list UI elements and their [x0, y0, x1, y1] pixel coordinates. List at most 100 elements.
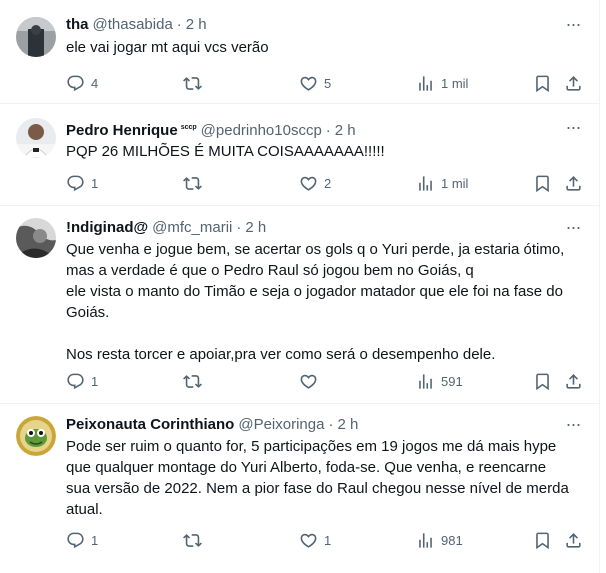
retweet-button[interactable]	[183, 73, 208, 93]
tweet-header: !ndiginad@ @mfc_marii · 2 h	[66, 218, 559, 238]
like-button[interactable]	[299, 371, 324, 391]
retweet-icon	[183, 531, 202, 550]
separator-dot: ·	[176, 16, 182, 33]
share-button[interactable]	[564, 371, 583, 391]
like-button[interactable]: 2	[299, 173, 331, 193]
reply-timeline: tha @thasabida · 2 h ··· ele vai jogar mt a…	[0, 0, 600, 573]
heart-icon	[299, 372, 318, 391]
reply-button[interactable]: 1	[66, 173, 98, 193]
action-bar: 4 5 1 mil	[66, 73, 585, 93]
bookmark-button[interactable]	[533, 173, 552, 193]
like-button[interactable]: 1	[299, 530, 331, 550]
reply-button[interactable]: 1	[66, 371, 98, 391]
reply-count: 1	[91, 175, 99, 191]
retweet-icon	[183, 74, 202, 93]
heart-icon	[299, 74, 318, 93]
reply-icon	[66, 531, 85, 550]
tweet[interactable]: !ndiginad@ @mfc_marii · 2 h ··· Que venha e…	[0, 206, 599, 404]
heart-icon	[299, 174, 318, 193]
separator-dot: ·	[325, 122, 331, 138]
author-name[interactable]: !ndiginad@	[66, 219, 148, 236]
bookmark-button[interactable]	[533, 371, 552, 391]
avatar[interactable]	[16, 416, 56, 456]
share-button[interactable]	[564, 73, 583, 93]
avatar[interactable]	[16, 218, 56, 258]
like-button[interactable]: 5	[299, 73, 331, 93]
tweet[interactable]: Peixonauta Corinthiano @Peixoringa · 2 h ··…	[0, 404, 599, 573]
tweet[interactable]: tha @thasabida · 2 h ··· ele vai jogar mt a…	[0, 0, 599, 104]
more-icon[interactable]: ···	[563, 415, 583, 437]
author-name[interactable]: Pedro Henrique	[66, 122, 178, 138]
more-icon[interactable]: ···	[563, 15, 583, 37]
share-icon	[564, 174, 583, 193]
avatar[interactable]	[16, 17, 56, 57]
action-bar: 1 2 1 mil	[66, 173, 585, 193]
affiliation-badge: sccp	[180, 124, 197, 131]
author-name[interactable]: Peixonauta Corinthiano	[66, 416, 234, 433]
like-count: 2	[324, 175, 332, 191]
retweet-button[interactable]	[183, 530, 208, 550]
separator-dot: ·	[328, 416, 334, 433]
bookmark-button[interactable]	[533, 530, 552, 550]
views-icon	[416, 74, 435, 93]
retweet-button[interactable]	[183, 371, 208, 391]
share-button[interactable]	[564, 530, 583, 550]
timestamp[interactable]: 2 h	[245, 219, 266, 236]
bookmark-button[interactable]	[533, 73, 552, 93]
more-icon[interactable]: ···	[563, 218, 583, 240]
action-bar: 1 1 981	[66, 530, 585, 550]
tweet-header: Peixonauta Corinthiano @Peixoringa · 2 h	[66, 415, 559, 435]
tweet-text: Que venha e jogue bem, se acertar os gol…	[66, 241, 565, 363]
share-icon	[564, 531, 583, 550]
bookmark-icon	[533, 372, 552, 391]
tweet-header: Pedro Henrique sccp @pedrinho10sccp · 2 h	[66, 118, 559, 138]
views-icon	[416, 372, 435, 391]
view-count: 1 mil	[441, 175, 469, 191]
reply-icon	[66, 174, 85, 193]
timestamp[interactable]: 2 h	[186, 16, 207, 33]
retweet-button[interactable]	[183, 173, 208, 193]
reply-count: 4	[91, 75, 99, 91]
views-button[interactable]: 1 mil	[416, 173, 468, 193]
timestamp[interactable]: 2 h	[335, 122, 356, 138]
views-button[interactable]: 1 mil	[416, 73, 468, 93]
reply-icon	[66, 74, 85, 93]
like-count: 1	[324, 532, 332, 548]
view-count: 1 mil	[441, 75, 469, 91]
view-count: 591	[441, 373, 463, 389]
more-icon[interactable]: ···	[563, 118, 583, 140]
share-button[interactable]	[564, 173, 583, 193]
bookmark-icon	[533, 531, 552, 550]
views-icon	[416, 531, 435, 550]
author-handle[interactable]: @mfc_marii	[152, 219, 232, 236]
share-icon	[564, 74, 583, 93]
bookmark-icon	[533, 174, 552, 193]
author-name[interactable]: tha	[66, 16, 89, 33]
retweet-icon	[183, 372, 202, 391]
tweet-header: tha @thasabida · 2 h	[66, 15, 559, 35]
reply-count: 1	[91, 373, 99, 389]
retweet-icon	[183, 174, 202, 193]
views-icon	[416, 174, 435, 193]
view-count: 981	[441, 532, 463, 548]
reply-button[interactable]: 4	[66, 73, 98, 93]
reply-count: 1	[91, 532, 99, 548]
heart-icon	[299, 531, 318, 550]
tweet-text: Pode ser ruim o quanto for, 5 participaç…	[66, 438, 569, 518]
bookmark-icon	[533, 74, 552, 93]
author-handle[interactable]: @Peixoringa	[238, 416, 324, 433]
reply-icon	[66, 372, 85, 391]
separator-dot: ·	[236, 219, 242, 236]
author-handle[interactable]: @thasabida	[93, 16, 173, 33]
reply-button[interactable]: 1	[66, 530, 98, 550]
avatar[interactable]	[16, 118, 56, 158]
like-count: 5	[324, 75, 332, 91]
author-handle[interactable]: @pedrinho10sccp	[201, 122, 322, 138]
tweet-text: ele vai jogar mt aqui vcs verão	[66, 39, 269, 56]
tweet[interactable]: Pedro Henrique sccp @pedrinho10sccp · 2 h ··…	[0, 104, 599, 206]
timestamp[interactable]: 2 h	[337, 416, 358, 433]
share-icon	[564, 372, 583, 391]
views-button[interactable]: 591	[416, 371, 463, 391]
tweet-text: PQP 26 MILHÕES É MUITA COISAAAAAAA!!!!!	[66, 143, 385, 160]
views-button[interactable]: 981	[416, 530, 463, 550]
